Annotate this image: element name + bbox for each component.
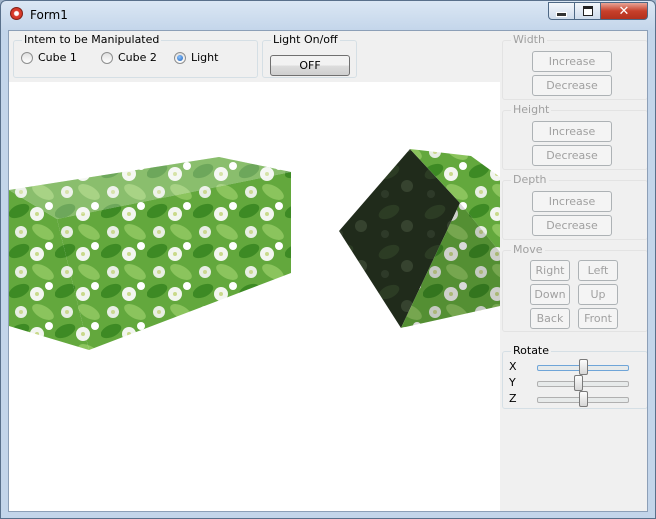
rotate-x-thumb[interactable] [579, 359, 588, 375]
light-title: Light On/off [271, 33, 340, 46]
rotate-x-label: X [509, 360, 517, 373]
radio-light-dot[interactable] [174, 51, 186, 64]
height-title: Height [511, 103, 552, 116]
maximize-icon [582, 6, 593, 16]
height-increase-button[interactable]: Increase [532, 121, 612, 142]
rotate-y-slider[interactable] [537, 375, 629, 391]
height-decrease-button[interactable]: Decrease [532, 145, 612, 166]
depth-title: Depth [511, 173, 549, 186]
light-groupbox: Light On/off OFF [262, 33, 357, 78]
rotate-title: Rotate [511, 344, 552, 357]
radio-light[interactable]: Light [174, 51, 218, 64]
title-bar[interactable]: Form1 ✕ [1, 1, 655, 29]
radio-cube1-dot[interactable] [21, 51, 33, 64]
radio-light-label: Light [191, 51, 219, 64]
rotate-x-slider[interactable] [537, 359, 629, 375]
width-increase-button[interactable]: Increase [532, 51, 612, 72]
minimize-icon [556, 11, 567, 17]
depth-increase-button[interactable]: Increase [532, 191, 612, 212]
move-title: Move [511, 243, 545, 256]
radio-cube1-label: Cube 1 [38, 51, 77, 64]
height-groupbox: Height Increase Decrease [502, 103, 647, 170]
move-front-button[interactable]: Front [578, 308, 618, 329]
light-toggle-button[interactable]: OFF [270, 55, 350, 76]
depth-decrease-button[interactable]: Decrease [532, 215, 612, 236]
window-title: Form1 [30, 8, 68, 22]
cube1-box[interactable] [9, 157, 291, 350]
radio-cube2-dot[interactable] [101, 51, 113, 64]
scene-canvas [9, 149, 500, 350]
manipulate-groupbox: Intem to be Manipulated Cube 1 Cube 2 Li… [13, 33, 258, 78]
radio-cube2-label: Cube 2 [118, 51, 157, 64]
maximize-button[interactable] [574, 2, 601, 20]
width-title: Width [511, 33, 547, 46]
move-up-button[interactable]: Up [578, 284, 618, 305]
width-decrease-button[interactable]: Decrease [532, 75, 612, 96]
app-icon[interactable] [10, 7, 23, 20]
move-right-button[interactable]: Right [530, 260, 570, 281]
cube2-box[interactable] [339, 149, 500, 328]
rotate-z-slider[interactable] [537, 391, 629, 407]
radio-cube2[interactable]: Cube 2 [101, 51, 157, 64]
close-button[interactable]: ✕ [600, 2, 648, 20]
width-groupbox: Width Increase Decrease [502, 33, 647, 100]
control-panel: Width Increase Decrease Height Increase … [500, 31, 647, 511]
manipulate-title: Intem to be Manipulated [22, 33, 162, 46]
move-groupbox: Move Right Left Down Up Back Front [502, 243, 647, 332]
rotate-z-thumb[interactable] [579, 391, 588, 407]
client-area: Intem to be Manipulated Cube 1 Cube 2 Li… [8, 30, 648, 512]
move-left-button[interactable]: Left [578, 260, 618, 281]
minimize-button[interactable] [548, 2, 575, 20]
close-icon: ✕ [618, 3, 630, 19]
move-down-button[interactable]: Down [530, 284, 570, 305]
rotate-groupbox: Rotate X Y Z [502, 344, 647, 409]
radio-cube1[interactable]: Cube 1 [21, 51, 77, 64]
rotate-z-label: Z [509, 392, 517, 405]
3d-viewport[interactable] [9, 82, 500, 511]
rotate-y-thumb[interactable] [574, 375, 583, 391]
rotate-y-label: Y [509, 376, 516, 389]
main-window: Form1 ✕ Intem to be Manipulated Cube 1 C… [0, 0, 656, 519]
move-back-button[interactable]: Back [530, 308, 570, 329]
depth-groupbox: Depth Increase Decrease [502, 173, 647, 240]
